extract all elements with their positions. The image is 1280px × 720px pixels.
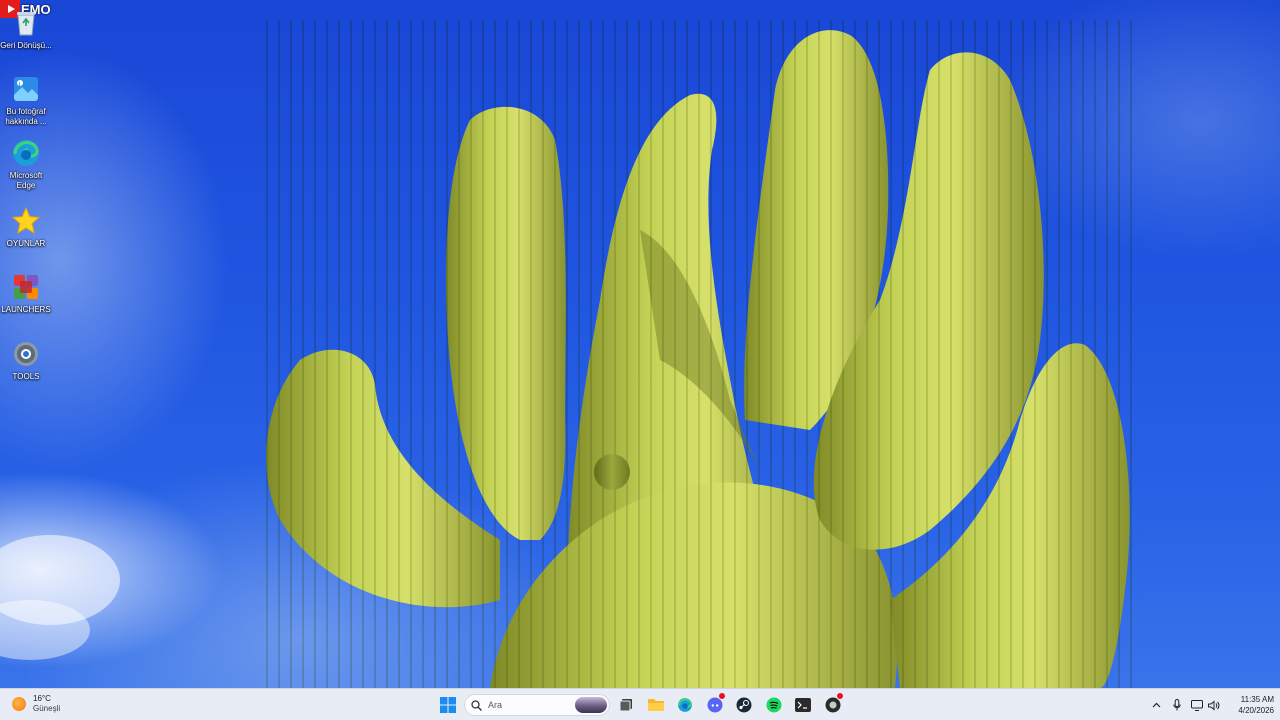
start-button[interactable] bbox=[437, 694, 459, 716]
terminal-icon bbox=[795, 698, 811, 712]
desktop-icon-tools[interactable]: TOOLS bbox=[0, 339, 52, 382]
file-explorer-icon bbox=[648, 699, 664, 711]
clock-date: 4/20/2026 bbox=[1238, 706, 1274, 715]
search-icon bbox=[471, 699, 482, 711]
desktop-icon-label: LAUNCHERS bbox=[1, 305, 51, 314]
task-view-button[interactable] bbox=[615, 694, 637, 716]
steam-button[interactable] bbox=[733, 694, 755, 716]
file-explorer-button[interactable] bbox=[645, 694, 667, 716]
display-icon bbox=[1191, 699, 1203, 711]
edge-icon bbox=[678, 698, 692, 712]
star-icon bbox=[11, 206, 41, 236]
taskbar: 16°C Güneşli Ara 11:35 AM 4/20/2026 bbox=[0, 688, 1280, 720]
desktop-icon-label: Microsoft Edge bbox=[9, 171, 43, 190]
desktop-icon-label: Bu fotoğraf hakkında ... bbox=[5, 107, 47, 126]
edge-icon bbox=[11, 138, 41, 168]
edge-taskbar-button[interactable] bbox=[674, 694, 696, 716]
cactus-wallpaper bbox=[0, 20, 1140, 688]
show-hidden-icons-button[interactable] bbox=[1147, 694, 1165, 716]
notification-badge bbox=[718, 692, 726, 700]
terminal-button[interactable] bbox=[792, 694, 814, 716]
desktop-icon-edge[interactable]: Microsoft Edge bbox=[0, 138, 52, 191]
photo-info-icon: i bbox=[11, 74, 41, 104]
desktop-icon-oyunlar[interactable]: OYUNLAR bbox=[0, 206, 52, 249]
discord-button[interactable] bbox=[704, 692, 726, 716]
volume-icon bbox=[1208, 699, 1220, 711]
spotify-button[interactable] bbox=[763, 694, 785, 716]
taskbar-search-box[interactable]: Ara bbox=[464, 694, 610, 716]
sun-icon bbox=[12, 697, 26, 711]
recycle-bin-icon bbox=[11, 8, 41, 38]
desktop-icon-label: Geri Dönüşü... bbox=[0, 41, 52, 50]
weather-condition: Güneşli bbox=[33, 704, 61, 713]
task-view-icon bbox=[619, 699, 632, 712]
microphone-tray[interactable] bbox=[1168, 694, 1186, 716]
desktop-icon-photo-info[interactable]: i Bu fotoğraf hakkında ... bbox=[0, 74, 52, 127]
desktop-icon-launchers[interactable]: LAUNCHERS bbox=[0, 272, 52, 315]
display-tray[interactable] bbox=[1188, 694, 1206, 716]
weather-widget[interactable]: 16°C Güneşli bbox=[12, 694, 60, 714]
notification-badge bbox=[836, 692, 844, 700]
taskbar-clock[interactable]: 11:35 AM 4/20/2026 bbox=[1226, 694, 1274, 716]
desktop-icon-recycle-bin[interactable]: Geri Dönüşü... bbox=[0, 8, 52, 51]
chevron-up-icon bbox=[1152, 702, 1160, 708]
app-button[interactable] bbox=[822, 692, 844, 716]
search-placeholder: Ara bbox=[488, 700, 503, 710]
volume-tray[interactable] bbox=[1205, 694, 1223, 716]
gear-icon bbox=[11, 339, 41, 369]
desktop-wallpaper: EMO Geri Dönüşü... i Bu fotoğraf hakkınd… bbox=[0, 0, 1280, 688]
search-highlight-image bbox=[575, 697, 607, 713]
microphone-icon bbox=[1173, 699, 1181, 711]
launchers-icon bbox=[11, 272, 41, 302]
clock-time: 11:35 AM bbox=[1240, 695, 1274, 704]
desktop-icon-label: OYUNLAR bbox=[6, 239, 46, 248]
desktop-icon-label: TOOLS bbox=[12, 372, 40, 381]
start-icon bbox=[440, 697, 456, 713]
weather-temperature: 16°C bbox=[33, 694, 51, 703]
steam-icon bbox=[736, 697, 752, 713]
spotify-icon bbox=[766, 697, 782, 713]
